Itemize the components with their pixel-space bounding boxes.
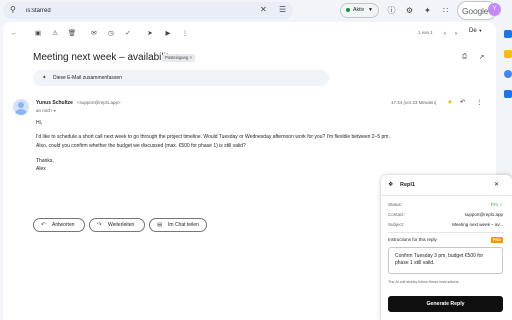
panel-header: ❖ Repl1 ✕ xyxy=(381,175,512,196)
lang-label: De xyxy=(469,28,477,34)
reply-icon: ↶ xyxy=(41,222,46,228)
report-spam-icon[interactable]: ⚠ xyxy=(50,28,60,38)
body-greeting: Hi, xyxy=(36,120,43,126)
next-icon[interactable]: › xyxy=(451,28,461,38)
google-logo: Google xyxy=(462,6,489,16)
keep-app-icon[interactable] xyxy=(504,50,512,58)
email-subject: Meeting next week – availability xyxy=(33,52,174,63)
recipient-text: an mich xyxy=(36,108,52,113)
body-paragraph-2: Also, could you confirm whether the budg… xyxy=(36,143,246,149)
sender-email: <support@repl1.app> xyxy=(77,100,121,105)
archive-icon[interactable]: ▣ xyxy=(33,28,43,38)
account-avatar[interactable]: Y xyxy=(488,3,501,16)
chevron-down-icon: ▼ xyxy=(53,109,57,113)
add-task-icon[interactable]: ✓ xyxy=(123,28,133,38)
reply-icon[interactable]: ↶ xyxy=(460,98,465,106)
apps-grid-icon[interactable]: ∷ xyxy=(439,4,452,17)
calendar-app-icon[interactable] xyxy=(504,30,512,38)
top-bar: ⚲ ✕ ☰ Aktiv ▼ ⓘ ⚙ ✦ ∷ Google Y xyxy=(0,0,512,22)
avatar-body xyxy=(15,109,27,115)
gear-icon[interactable]: ⚙ xyxy=(403,4,416,17)
status-label: Status: xyxy=(388,202,403,207)
contact-value: support@repl1.app xyxy=(464,212,503,217)
panel-title: Repl1 xyxy=(400,182,415,188)
mark-unread-icon[interactable]: ✉ xyxy=(89,28,99,38)
body-signature: Alex xyxy=(36,166,46,172)
chevron-down-icon: ▼ xyxy=(478,28,483,33)
generate-reply-button[interactable]: Generate Reply xyxy=(388,296,503,312)
status-value: Pro ✓ xyxy=(491,202,503,208)
open-new-window-icon[interactable]: ↗ xyxy=(479,53,484,61)
pagination-text: 1 von 1 xyxy=(418,30,433,35)
prev-icon[interactable]: ‹ xyxy=(440,28,450,38)
status-dot xyxy=(346,7,350,12)
search-input[interactable] xyxy=(26,6,246,16)
chevron-down-icon: ▼ xyxy=(368,7,373,13)
recipient-line[interactable]: an mich ▼ xyxy=(36,108,57,113)
status-label: Aktiv xyxy=(353,7,365,13)
status-pill[interactable]: Aktiv ▼ xyxy=(340,3,379,18)
snooze-icon[interactable]: ◷ xyxy=(106,28,116,38)
input-tools-select[interactable]: De ▼ xyxy=(469,28,482,34)
status-value-text: Pro xyxy=(490,202,498,207)
sparkle-icon: ✦ xyxy=(42,75,47,81)
back-arrow-icon[interactable]: ← xyxy=(9,28,19,38)
more-options-icon[interactable]: ⋮ xyxy=(476,98,483,106)
body-paragraph-1: I'd like to schedule a short call next w… xyxy=(36,134,390,140)
reply-label: Antworten xyxy=(52,222,75,228)
contacts-app-icon[interactable] xyxy=(504,90,512,98)
repl1-panel: ❖ Repl1 ✕ Status: Pro ✓ Contact: support… xyxy=(381,175,512,320)
message-time: 17:44 (vor 23 Minuten) xyxy=(391,100,437,105)
share-in-chat-label: Im Chat teilen xyxy=(168,222,199,228)
inbox-label-chip[interactable]: Posteingang × xyxy=(162,54,195,62)
print-icon[interactable]: ⎙ xyxy=(462,53,467,61)
pro-badge: PRO xyxy=(491,237,503,243)
sender-name[interactable]: Yunus Schultze xyxy=(36,100,73,106)
help-icon[interactable]: ⓘ xyxy=(385,4,398,17)
instructions-hint: The AI will strictly follow these instru… xyxy=(388,280,460,284)
star-icon[interactable]: ★ xyxy=(447,98,453,106)
reply-button[interactable]: ↶ Antworten xyxy=(33,218,85,232)
search-bar[interactable]: ⚲ ✕ ☰ xyxy=(3,2,293,19)
delete-icon[interactable]: 🗑 xyxy=(67,28,77,38)
chat-icon: ▤ xyxy=(157,222,163,228)
check-icon: ✓ xyxy=(499,202,503,207)
more-options-icon[interactable]: ⋮ xyxy=(180,28,190,38)
body-closing: Thanks, xyxy=(36,158,54,164)
gemini-sparkle-icon[interactable]: ✦ xyxy=(421,4,434,17)
share-in-chat-button[interactable]: ▤ Im Chat teilen xyxy=(149,218,207,232)
move-to-icon[interactable]: ➤ xyxy=(145,28,155,38)
tasks-app-icon[interactable] xyxy=(504,70,512,78)
summarize-button[interactable]: ✦ Diese E-Mail zusammenfassen xyxy=(33,70,329,86)
repl1-logo-icon: ❖ xyxy=(388,182,394,188)
instructions-textarea[interactable]: Confirm Tuesday 3 pm, budget €500 for ph… xyxy=(388,247,503,274)
label-icon[interactable]: ▶ xyxy=(163,28,173,38)
clear-icon[interactable]: ✕ xyxy=(260,5,267,14)
subject-value: Meeting next week – av... xyxy=(452,222,503,227)
forward-button[interactable]: ↷ Weiterleiten xyxy=(89,218,145,232)
forward-icon: ↷ xyxy=(97,222,102,228)
contact-label: Contact: xyxy=(388,212,405,217)
forward-label: Weiterleiten xyxy=(108,222,135,228)
instructions-label: Instructions for this reply xyxy=(388,237,437,242)
avatar-head xyxy=(18,102,24,108)
subject-label: Subject: xyxy=(388,222,405,227)
filter-options-icon[interactable]: ☰ xyxy=(279,5,286,14)
sender-avatar[interactable] xyxy=(13,99,29,115)
search-icon[interactable]: ⚲ xyxy=(10,5,16,14)
close-icon[interactable]: ✕ xyxy=(494,181,499,188)
divider xyxy=(388,232,504,233)
summarize-label: Diese E-Mail zusammenfassen xyxy=(53,75,122,81)
